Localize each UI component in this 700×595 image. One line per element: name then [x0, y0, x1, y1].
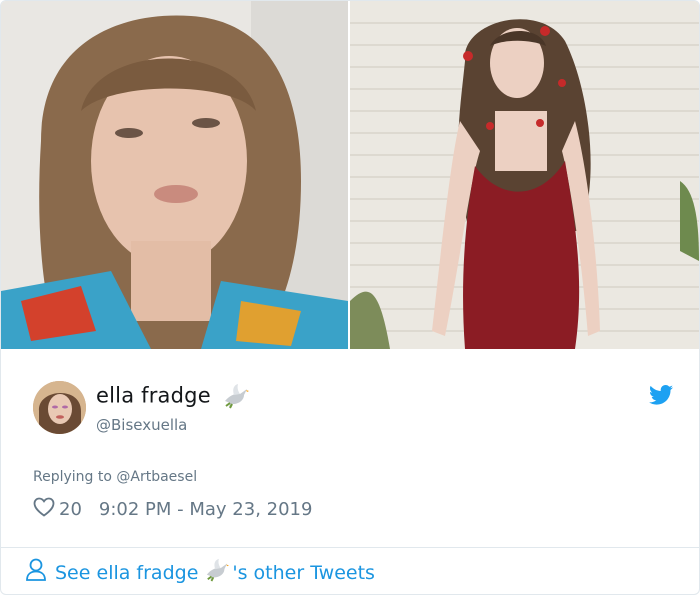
- footer-prefix: See: [55, 561, 91, 584]
- tweet-timestamp[interactable]: 9:02 PM - May 23, 2019: [99, 499, 313, 520]
- see-other-tweets-link[interactable]: See ella fradge 's other Tweets: [25, 558, 375, 587]
- footer-divider: [1, 547, 699, 548]
- author-handle[interactable]: @Bisexuella: [96, 416, 250, 434]
- dove-emoji-icon: [222, 383, 250, 413]
- tweet-meta: 20 9:02 PM - May 23, 2019: [33, 497, 312, 522]
- replying-to-label: Replying to: [33, 469, 112, 485]
- like-count[interactable]: 20: [59, 499, 82, 520]
- replying-to: Replying to @Artbaesel: [33, 469, 197, 485]
- tweet-author-header: ella fradge @Bisexuella: [33, 381, 673, 435]
- twitter-bird-icon[interactable]: [649, 385, 673, 409]
- tweet-card: ella fradge @Bisexuella Replying to @Art…: [0, 0, 700, 595]
- footer-suffix: 's other Tweets: [232, 561, 375, 584]
- author-names[interactable]: ella fradge @Bisexuella: [96, 383, 250, 434]
- footer-name: ella fradge: [96, 561, 199, 584]
- avatar[interactable]: [33, 381, 86, 434]
- photo-selfie[interactable]: [1, 1, 348, 349]
- person-icon: [25, 558, 47, 587]
- tweet-media[interactable]: [1, 1, 699, 349]
- dove-emoji-icon: [204, 558, 230, 587]
- heart-outline-icon[interactable]: [33, 497, 55, 522]
- author-display-name[interactable]: ella fradge: [96, 384, 211, 408]
- replying-to-handle[interactable]: @Artbaesel: [116, 469, 197, 485]
- photo-red-dress[interactable]: [350, 1, 699, 349]
